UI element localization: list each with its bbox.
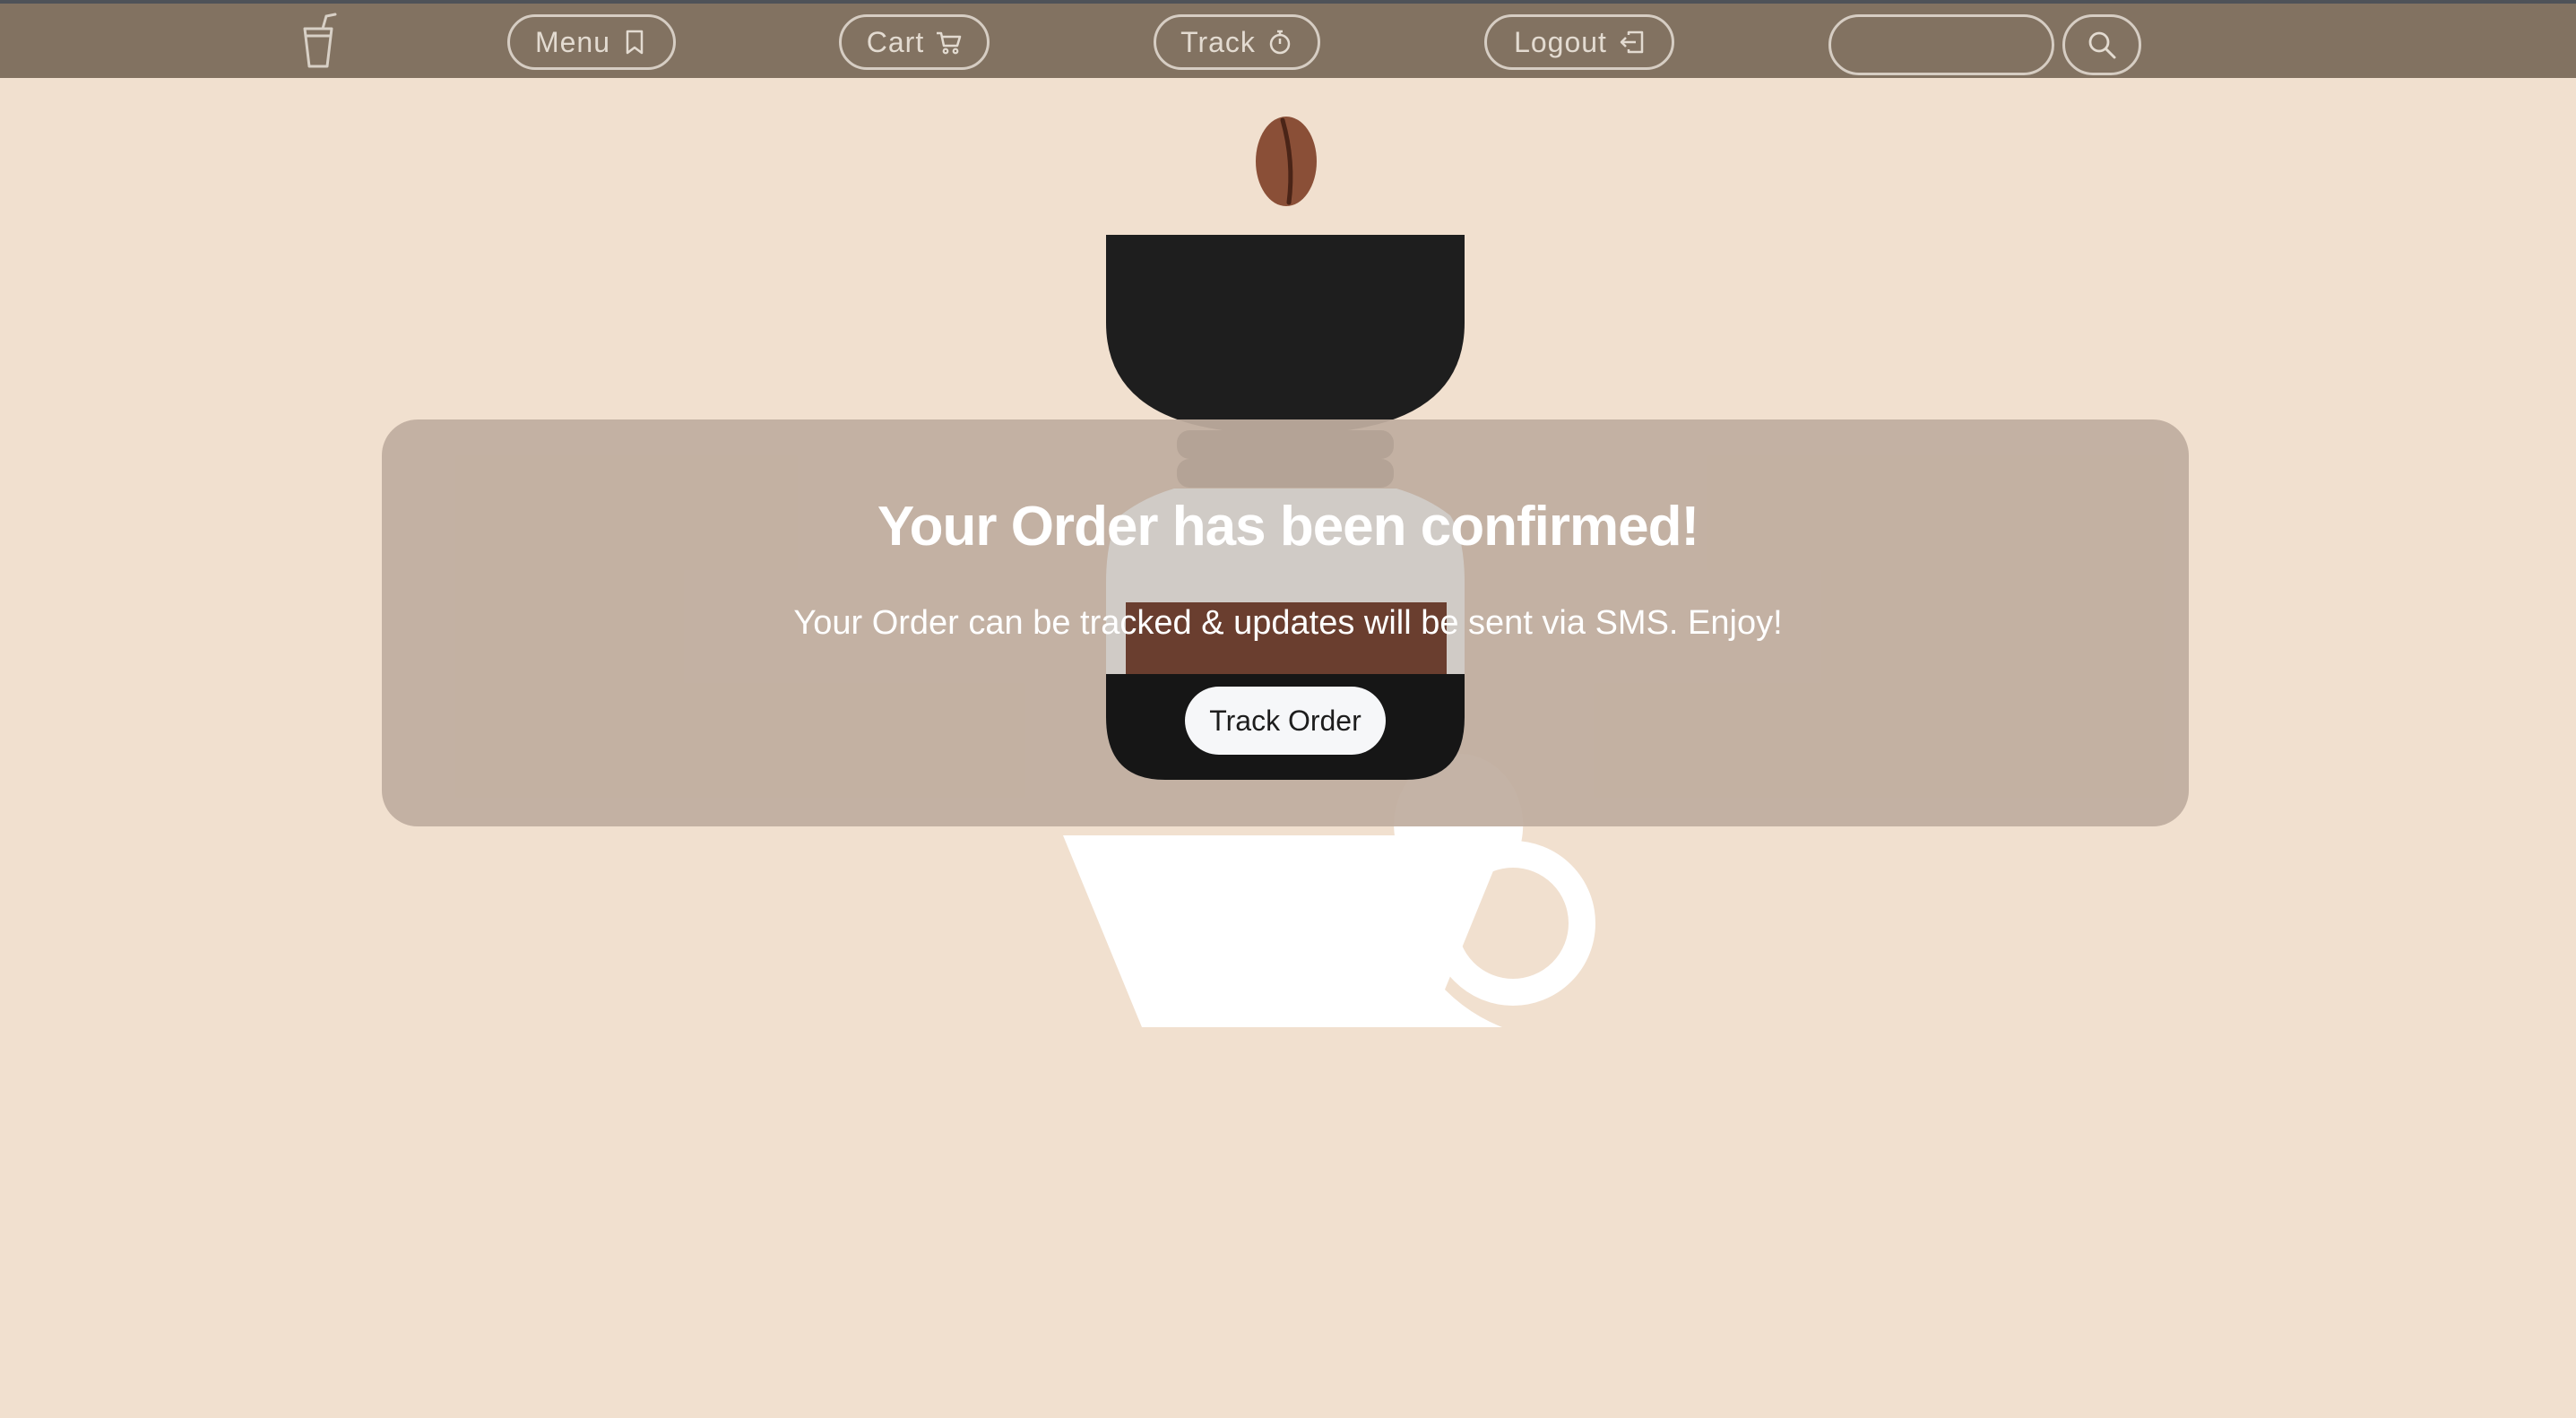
menu-button[interactable]: Menu (507, 14, 676, 70)
grinder-hopper (1106, 235, 1465, 434)
logout-icon (1620, 30, 1644, 54)
logout-button[interactable]: Logout (1484, 14, 1674, 70)
search-input[interactable] (1828, 14, 2054, 75)
coffee-bean-icon (1256, 117, 1317, 206)
search-icon (2088, 31, 2116, 59)
search-button[interactable] (2062, 14, 2141, 75)
cart-button-label: Cart (866, 25, 925, 58)
logout-button-label: Logout (1514, 25, 1607, 58)
track-button-label: Track (1180, 25, 1256, 58)
track-order-button[interactable]: Track Order (1185, 687, 1386, 755)
menu-button-label: Menu (534, 25, 611, 58)
confirmation-message: Your Order can be tracked & updates will… (793, 604, 1783, 642)
navbar: Menu Cart Track Logout (0, 0, 2576, 78)
cart-icon (937, 31, 962, 55)
stopwatch-icon (1269, 30, 1291, 55)
confirmation-title: Your Order has been confirmed! (877, 496, 1699, 558)
bookmark-icon (626, 30, 644, 55)
track-button[interactable]: Track (1154, 14, 1320, 70)
cart-button[interactable]: Cart (839, 14, 990, 70)
cup-with-straw-icon[interactable] (299, 13, 341, 70)
